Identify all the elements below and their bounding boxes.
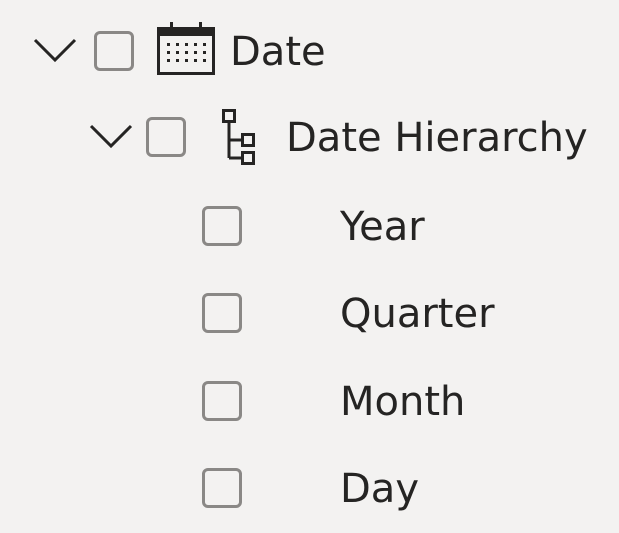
- tree-item-day[interactable]: Day: [0, 447, 619, 531]
- tree-item-label: Day: [340, 466, 419, 512]
- calendar-icon: [156, 20, 216, 76]
- checkbox-date-table[interactable]: [94, 31, 134, 71]
- tree-item-year[interactable]: Year: [0, 185, 619, 269]
- tree-item-date-hierarchy[interactable]: Date Hierarchy: [0, 96, 619, 180]
- hierarchy-icon: [220, 109, 260, 165]
- tree-item-label: Year: [340, 204, 425, 250]
- checkbox-quarter[interactable]: [202, 293, 242, 333]
- chevron-down-icon[interactable]: [88, 120, 134, 152]
- tree-item-label: Date: [230, 29, 326, 75]
- checkbox-day[interactable]: [202, 468, 242, 508]
- checkbox-year[interactable]: [202, 206, 242, 246]
- tree-item-label: Quarter: [340, 291, 495, 337]
- checkbox-month[interactable]: [202, 381, 242, 421]
- chevron-down-icon[interactable]: [32, 34, 78, 66]
- tree-item-label: Date Hierarchy: [286, 115, 588, 161]
- checkbox-date-hierarchy[interactable]: [146, 117, 186, 157]
- tree-item-quarter[interactable]: Quarter: [0, 272, 619, 356]
- tree-item-date-table[interactable]: Date: [0, 10, 619, 94]
- tree-item-month[interactable]: Month: [0, 360, 619, 444]
- tree-item-label: Month: [340, 379, 466, 425]
